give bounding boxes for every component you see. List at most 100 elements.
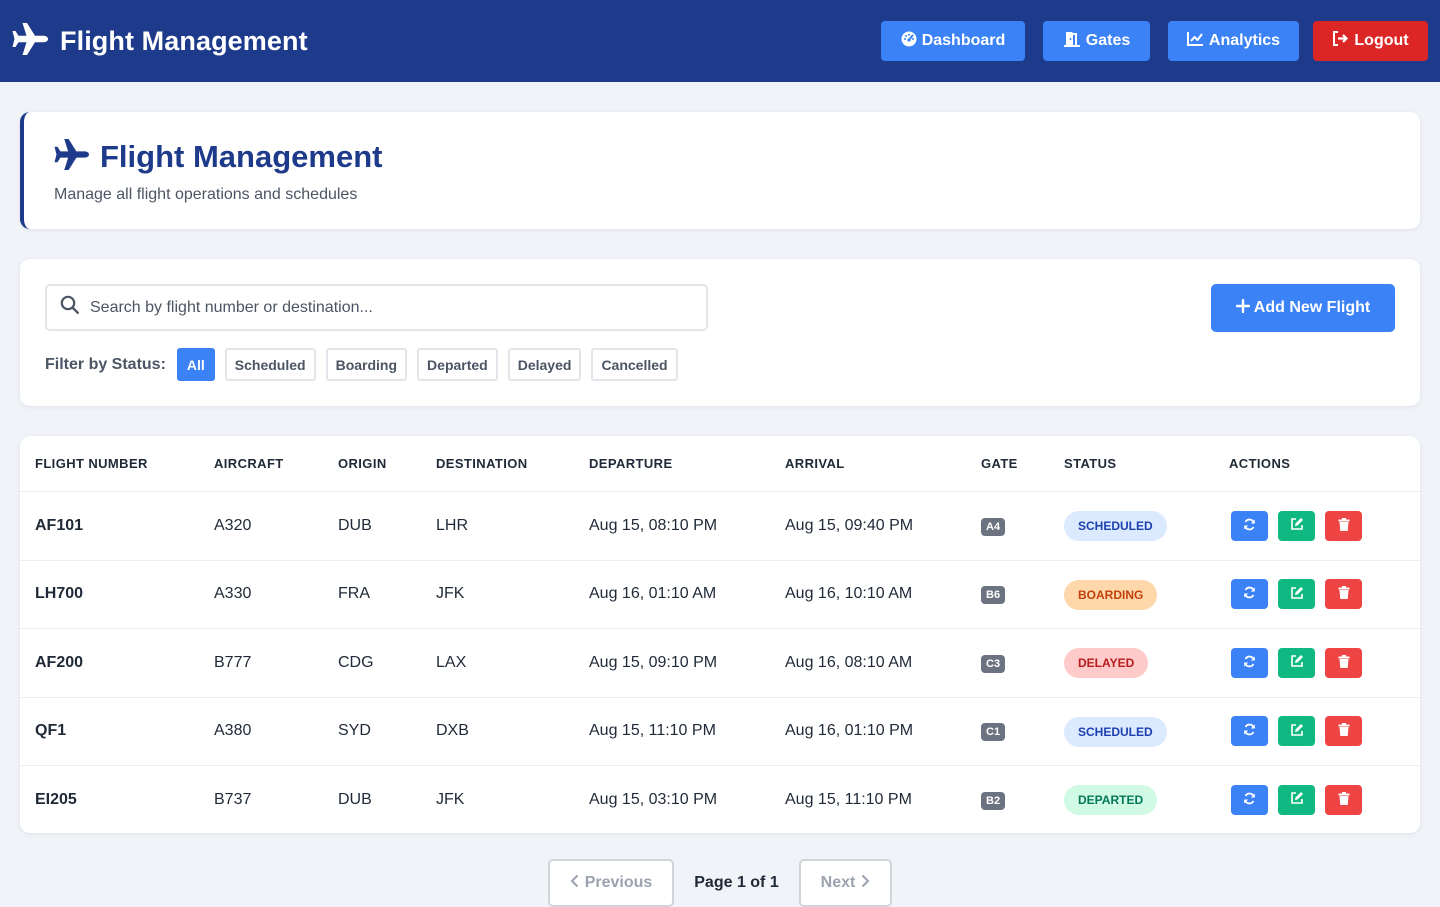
table-row: LH700 A330 FRA JFK Aug 16, 01:10 AM Aug …: [20, 559, 1420, 629]
chart-line-icon: [1186, 31, 1204, 51]
row-actions: [1231, 510, 1362, 541]
delete-flight-button[interactable]: [1325, 784, 1362, 815]
analytics-label: Analytics: [1208, 32, 1281, 49]
airplane-icon: [54, 138, 91, 176]
filter-all[interactable]: All: [176, 348, 215, 381]
search-icon: [60, 295, 80, 320]
edit-icon: [1290, 654, 1304, 671]
controls-card: Add New Flight Filter by Status: All Sch…: [20, 259, 1420, 406]
status-badge: SCHEDULED: [1064, 716, 1167, 747]
departure-time: Aug 15, 03:10 PM: [589, 790, 718, 808]
filter-delayed[interactable]: Delayed: [507, 348, 582, 381]
filter-boarding[interactable]: Boarding: [325, 348, 408, 381]
gate-badge: C3: [981, 654, 1006, 673]
filter-cancelled[interactable]: Cancelled: [591, 348, 678, 381]
gate-badge: C1: [981, 723, 1006, 742]
chevron-right-icon: [861, 874, 870, 893]
edit-flight-button[interactable]: [1278, 716, 1315, 747]
update-status-button[interactable]: [1231, 716, 1268, 747]
edit-flight-button[interactable]: [1278, 784, 1315, 815]
gate-badge: B2: [981, 791, 1006, 810]
destination: LAX: [436, 653, 467, 671]
gates-label: Gates: [1085, 32, 1131, 49]
destination: LHR: [436, 516, 469, 534]
column-header-status: STATUS: [1064, 456, 1117, 471]
filter-scheduled[interactable]: Scheduled: [224, 348, 316, 381]
delete-flight-button[interactable]: [1325, 510, 1362, 541]
status-badge: DEPARTED: [1064, 785, 1158, 816]
column-header-aircraft: AIRCRAFT: [214, 456, 284, 471]
column-header-destination: DESTINATION: [436, 456, 528, 471]
gauge-icon: [901, 31, 917, 52]
filter-departed[interactable]: Departed: [417, 348, 498, 381]
page-header-card: Flight Management Manage all flight oper…: [20, 112, 1420, 229]
plus-icon: [1235, 298, 1250, 318]
origin: SYD: [338, 722, 371, 740]
status-badge: BOARDING: [1064, 579, 1158, 610]
edit-flight-button[interactable]: [1278, 510, 1315, 541]
row-actions: [1231, 784, 1362, 815]
gates-button[interactable]: Gates: [1043, 21, 1150, 61]
search-input[interactable]: [90, 298, 650, 317]
departure-time: Aug 15, 11:10 PM: [589, 722, 716, 740]
destination: JFK: [436, 790, 465, 808]
status-filter-row: Filter by Status: All Scheduled Boarding…: [45, 348, 678, 381]
column-header-actions: ACTIONS: [1229, 456, 1291, 471]
update-status-button[interactable]: [1231, 579, 1268, 610]
flight-number: EI205: [35, 790, 77, 808]
next-page-button[interactable]: Next: [799, 859, 892, 907]
update-status-button[interactable]: [1231, 784, 1268, 815]
page-title-row: Flight Management: [54, 138, 1390, 176]
gate-badge: B6: [981, 586, 1006, 605]
destination: JFK: [436, 585, 465, 603]
add-new-flight-label: Add New Flight: [1253, 299, 1371, 316]
flight-number: AF101: [35, 516, 84, 534]
delete-flight-button[interactable]: [1325, 647, 1362, 678]
sync-icon: [1243, 518, 1256, 534]
table-row: AF101 A320 DUB LHR Aug 15, 08:10 PM Aug …: [20, 491, 1420, 560]
edit-icon: [1290, 517, 1304, 534]
aircraft: A330: [214, 585, 252, 603]
edit-icon: [1290, 723, 1304, 740]
column-header-flight-number: FLIGHT NUMBER: [35, 456, 148, 471]
add-new-flight-button[interactable]: Add New Flight: [1211, 284, 1395, 332]
edit-flight-button[interactable]: [1278, 579, 1315, 610]
aircraft: B777: [214, 653, 252, 671]
gate-badge: A4: [981, 517, 1006, 536]
table-header: FLIGHT NUMBER AIRCRAFT ORIGIN DESTINATIO…: [20, 436, 1420, 491]
page-title: Flight Management: [100, 139, 383, 174]
sync-icon: [1243, 723, 1256, 739]
dashboard-button[interactable]: Dashboard: [881, 21, 1025, 61]
top-navbar: Flight Management Dashboard Gates Analyt…: [0, 0, 1440, 82]
column-header-departure: DEPARTURE: [589, 456, 673, 471]
delete-flight-button[interactable]: [1325, 716, 1362, 747]
airplane-icon: [12, 22, 50, 61]
update-status-button[interactable]: [1231, 647, 1268, 678]
trash-icon: [1338, 517, 1350, 534]
previous-page-button[interactable]: Previous: [548, 859, 674, 907]
update-status-button[interactable]: [1231, 510, 1268, 541]
arrival-time: Aug 15, 11:10 PM: [785, 790, 912, 808]
filter-label: Filter by Status:: [45, 355, 166, 373]
table-row: AF200 B777 CDG LAX Aug 15, 09:10 PM Aug …: [20, 628, 1420, 697]
trash-icon: [1338, 654, 1350, 671]
origin: DUB: [338, 790, 372, 808]
dashboard-label: Dashboard: [921, 32, 1006, 49]
analytics-button[interactable]: Analytics: [1168, 21, 1299, 61]
trash-icon: [1338, 723, 1350, 739]
delete-flight-button[interactable]: [1325, 579, 1362, 610]
arrival-time: Aug 16, 10:10 AM: [785, 585, 913, 603]
page-subtitle: Manage all flight operations and schedul…: [54, 186, 358, 203]
departure-time: Aug 16, 01:10 AM: [589, 585, 717, 603]
edit-flight-button[interactable]: [1278, 647, 1315, 678]
door-icon: [1063, 31, 1081, 52]
flights-table: FLIGHT NUMBER AIRCRAFT ORIGIN DESTINATIO…: [20, 436, 1420, 833]
flight-number: LH700: [35, 585, 84, 603]
row-actions: [1231, 716, 1362, 747]
search-box: [45, 284, 708, 331]
trash-icon: [1338, 791, 1350, 808]
next-label: Next: [820, 874, 856, 891]
sync-icon: [1243, 792, 1256, 808]
logout-button[interactable]: Logout: [1313, 21, 1428, 61]
status-badge: SCHEDULED: [1064, 511, 1167, 542]
